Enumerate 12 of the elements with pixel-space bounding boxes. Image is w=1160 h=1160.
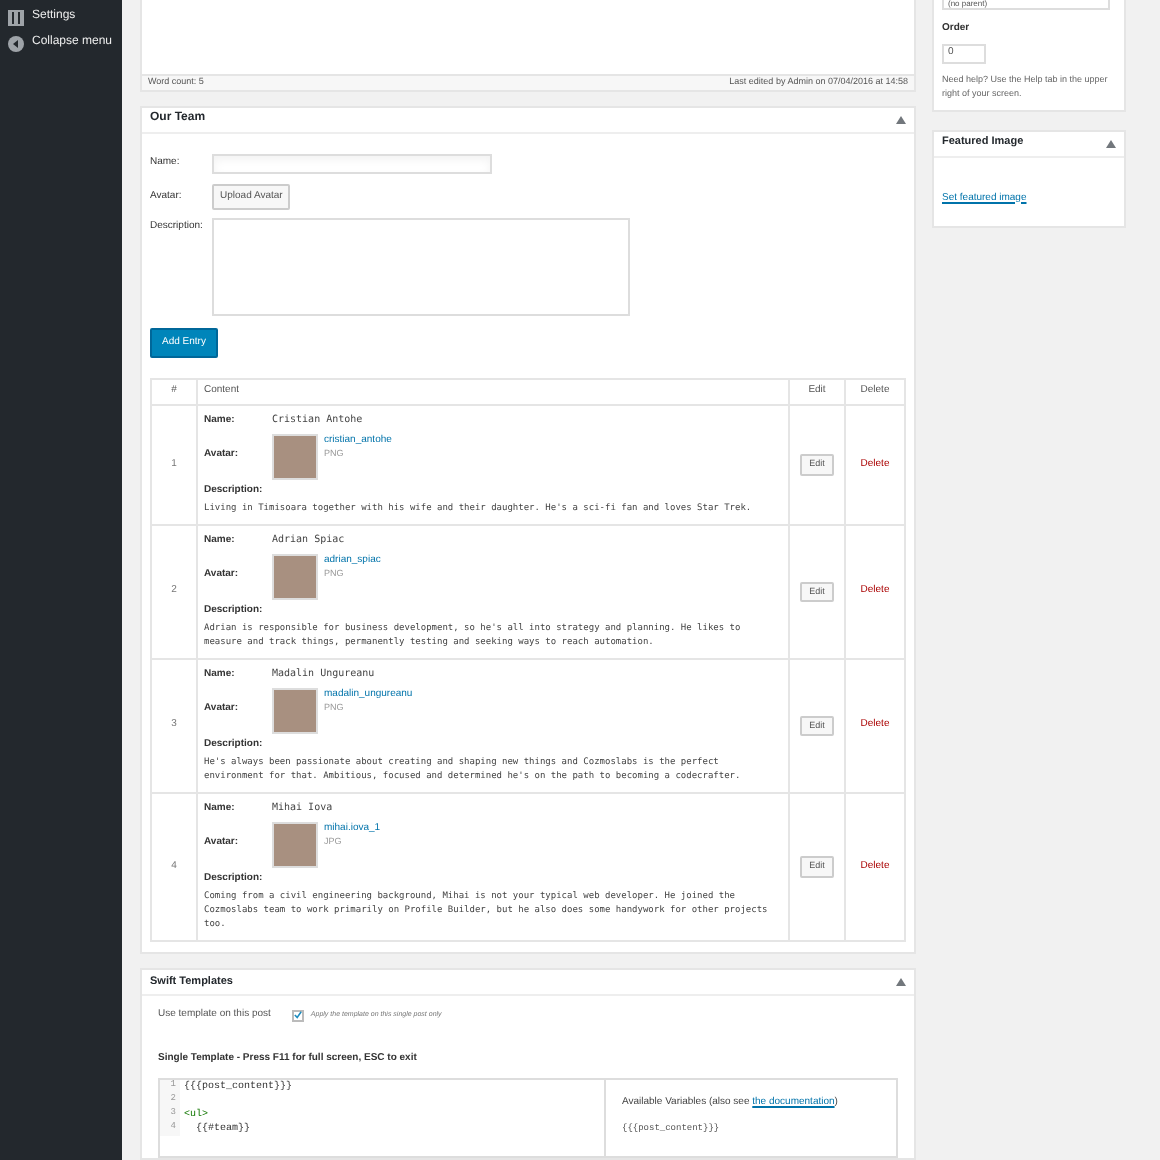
photo-placeholder (272, 821, 318, 867)
collapse-caret-icon[interactable] (896, 978, 906, 986)
name-input[interactable] (212, 153, 492, 173)
photo-placeholder (272, 553, 318, 599)
collapse-icon (8, 35, 24, 51)
photo-placeholder (272, 687, 318, 733)
collapse-caret-icon[interactable] (1106, 139, 1116, 147)
photo-placeholder (272, 433, 318, 479)
description-input[interactable] (212, 217, 630, 315)
collapse-caret-icon[interactable] (896, 115, 906, 123)
apply-checkbox[interactable] (292, 1009, 305, 1022)
settings-icon (8, 9, 24, 25)
